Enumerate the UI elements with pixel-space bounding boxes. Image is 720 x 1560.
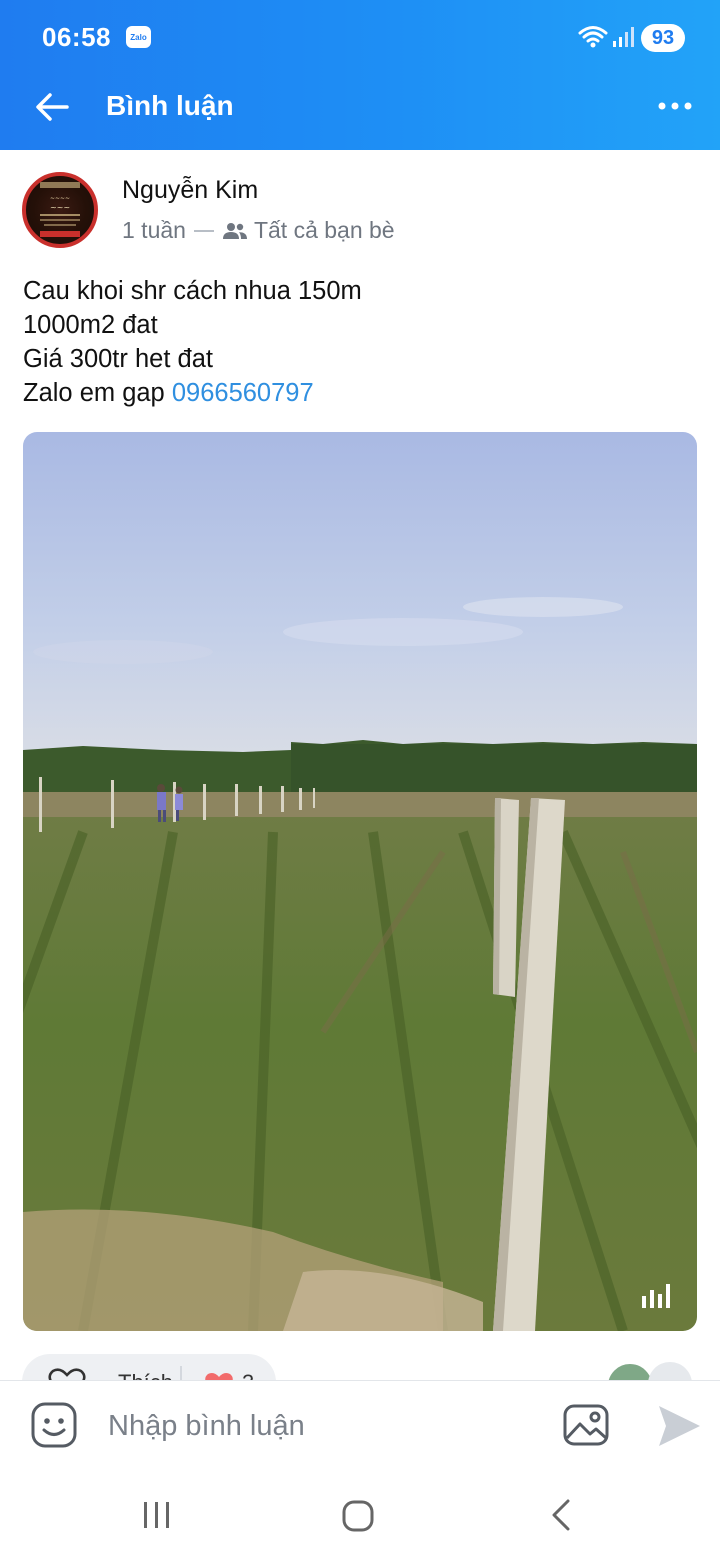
- post-line: Cau khoi shr cách nhua 150m: [23, 277, 362, 305]
- viewer-avatar[interactable]: [606, 1362, 654, 1380]
- send-button[interactable]: [656, 1403, 702, 1454]
- top-bar: Bình luận: [0, 72, 720, 142]
- friends-icon: [222, 222, 247, 239]
- emoji-icon: [31, 1402, 77, 1448]
- pill-divider: [180, 1366, 182, 1380]
- emoji-button[interactable]: [30, 1401, 78, 1454]
- video-audio-icon: [640, 1282, 676, 1315]
- post-text: Cau khoi shr cách nhua 150m 1000m2 đat G…: [23, 274, 362, 410]
- system-nav-bar: [0, 1470, 720, 1560]
- like-label: Thích: [118, 1370, 173, 1380]
- more-dots-icon: [658, 102, 692, 110]
- heart-outline-icon: [48, 1368, 86, 1380]
- more-options-button[interactable]: [650, 86, 700, 126]
- post-meta: 1 tuần Tất cả bạn bè: [122, 217, 395, 244]
- contact-prefix: Zalo em gap: [23, 379, 172, 407]
- nav-recent-button[interactable]: [140, 1498, 174, 1537]
- zalo-notification-icon: Zalo: [126, 26, 151, 48]
- home-icon: [342, 1500, 374, 1532]
- farmland-scene: [23, 432, 697, 1331]
- attach-image-button[interactable]: [562, 1402, 610, 1453]
- author-name[interactable]: Nguyễn Kim: [122, 176, 258, 205]
- arrow-left-icon: [36, 93, 69, 121]
- back-icon: [552, 1499, 570, 1531]
- svg-text:~~~: ~~~: [50, 203, 70, 212]
- nav-home-button[interactable]: [340, 1498, 376, 1539]
- phone-link[interactable]: 0966560797: [172, 379, 314, 407]
- status-bar: 06:58 Zalo 93: [0, 0, 720, 72]
- image-icon: [563, 1404, 609, 1446]
- reaction-count: 3: [242, 1370, 254, 1380]
- recent-apps-icon: [144, 1502, 169, 1528]
- status-time: 06:58: [42, 22, 111, 52]
- post-contact-line: Zalo em gap 0966560797: [23, 376, 362, 410]
- post-line: Giá 300tr het đat: [23, 345, 213, 373]
- signal-icon: [612, 26, 636, 53]
- post-time: 1 tuần: [122, 217, 186, 243]
- page-title: Bình luận: [106, 90, 234, 121]
- reactions-row: Thích 3: [0, 1340, 720, 1380]
- more-viewers[interactable]: [648, 1362, 692, 1380]
- back-button[interactable]: [28, 86, 76, 128]
- post-video[interactable]: [23, 432, 697, 1331]
- comment-bar: Nhập bình luận: [0, 1380, 720, 1472]
- battery-indicator: 93: [641, 24, 685, 52]
- post-audience: Tất cả bạn bè: [253, 217, 395, 243]
- meta-separator: [193, 229, 214, 232]
- comment-input[interactable]: Nhập bình luận: [108, 1403, 528, 1449]
- post-line: 1000m2 đat: [23, 311, 158, 339]
- wifi-icon: [578, 24, 608, 55]
- nav-back-button[interactable]: [546, 1498, 576, 1537]
- send-icon: [659, 1406, 700, 1446]
- author-avatar[interactable]: ~~~~ ~~~: [22, 172, 98, 248]
- svg-text:~~~~: ~~~~: [50, 195, 70, 202]
- like-button[interactable]: Thích 3: [22, 1354, 276, 1380]
- app-header: 06:58 Zalo 93 Bình luận: [0, 0, 720, 150]
- heart-icon: [205, 1373, 233, 1380]
